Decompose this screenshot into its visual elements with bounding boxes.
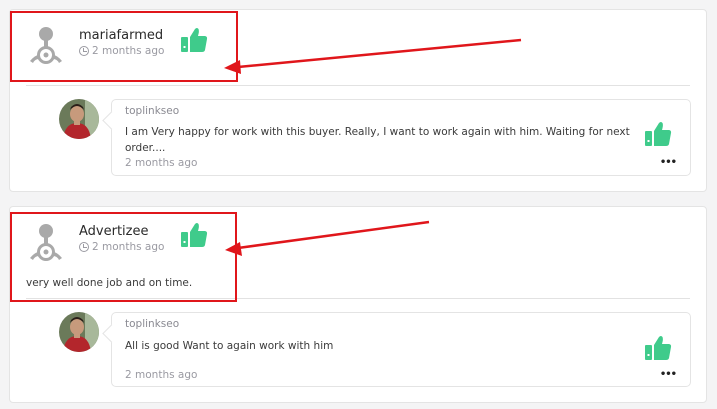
reply-author[interactable]: toplinkseo (125, 105, 179, 117)
reply-time: 2 months ago (125, 369, 198, 381)
reply-card: toplinkseo All is good Want to again wor… (111, 312, 691, 387)
thumbs-up-icon (644, 335, 672, 361)
divider (26, 85, 690, 86)
highlight-box (10, 212, 237, 302)
reply-time: 2 months ago (125, 157, 198, 169)
reply-text: I am Very happy for work with this buyer… (125, 126, 630, 154)
highlight-box (10, 11, 238, 82)
user-photo (59, 99, 99, 139)
reply-author[interactable]: toplinkseo (125, 318, 179, 330)
thumbs-up-icon (644, 121, 672, 147)
reply-text: All is good Want to again work with him (125, 340, 334, 352)
more-icon[interactable]: ••• (660, 369, 677, 380)
reply-card: toplinkseo I am Very happy for work with… (111, 99, 691, 176)
more-icon[interactable]: ••• (660, 157, 677, 168)
user-photo (59, 312, 99, 352)
